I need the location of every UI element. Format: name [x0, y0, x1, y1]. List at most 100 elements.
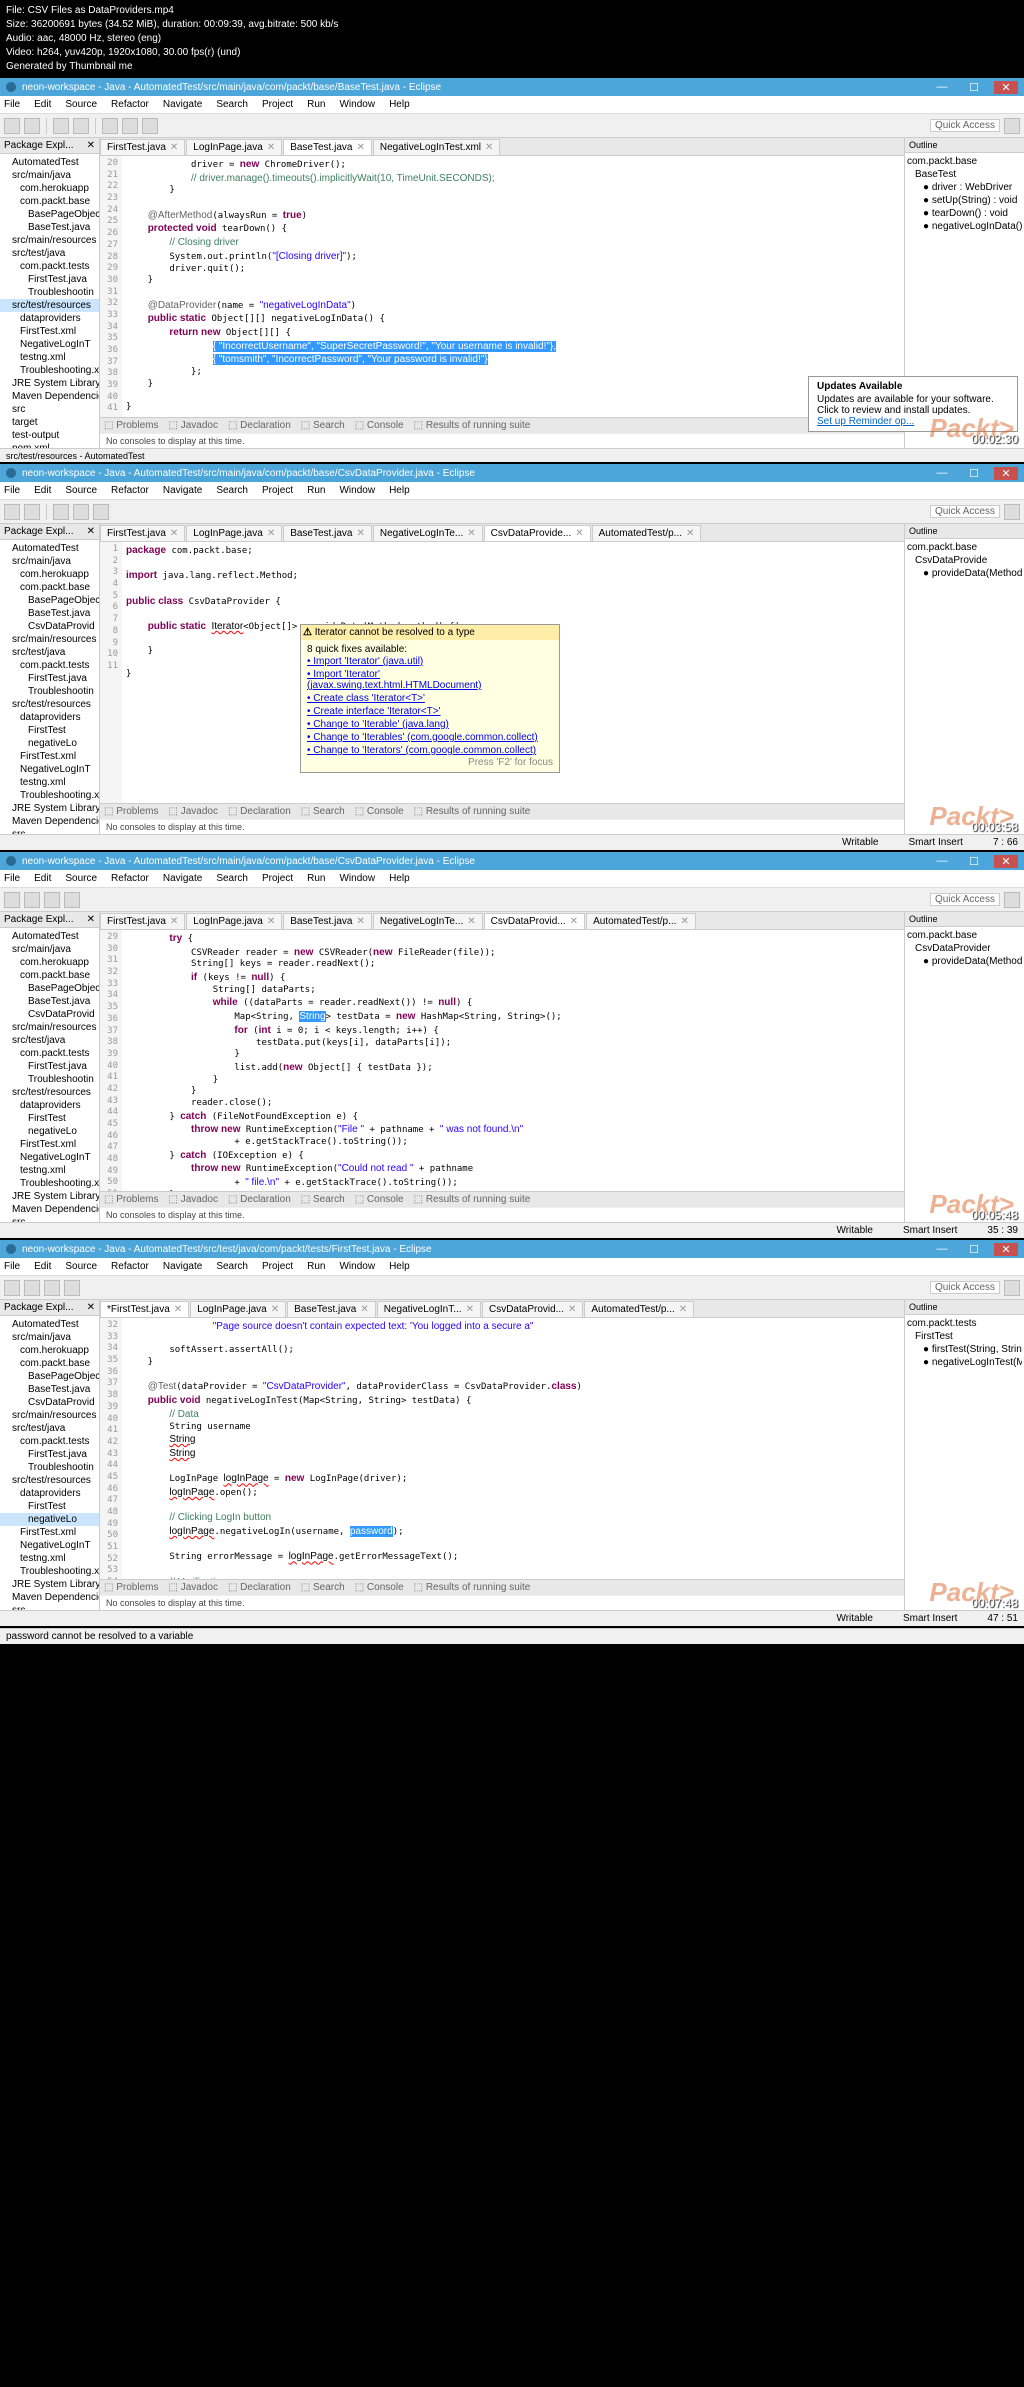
- tree-item[interactable]: JRE System Library [J: [0, 377, 99, 390]
- editor-tab[interactable]: BaseTest.java✕: [283, 139, 372, 155]
- editor-tab[interactable]: NegativeLogInTe...✕: [373, 525, 483, 541]
- perspective-icon[interactable]: [1004, 118, 1020, 134]
- bottom-tab[interactable]: ⬚ Console: [355, 420, 404, 431]
- bottom-tab[interactable]: ⬚ Javadoc: [168, 1194, 217, 1205]
- bottom-tab[interactable]: ⬚ Javadoc: [168, 420, 217, 431]
- bottom-tab[interactable]: ⬚ Javadoc: [168, 806, 217, 817]
- tree-item[interactable]: src/main/java: [0, 169, 99, 182]
- tree-item[interactable]: src/main/resources: [0, 1409, 99, 1422]
- tree-item[interactable]: FirstTest.java: [0, 1060, 99, 1073]
- tree-item[interactable]: negativeLo: [0, 737, 99, 750]
- quickfix-link[interactable]: • Change to 'Iterators' (com.google.comm…: [307, 744, 553, 757]
- bottom-tab[interactable]: ⬚ Results of running suite: [414, 1582, 531, 1593]
- quick-access[interactable]: Quick Access: [930, 119, 1000, 132]
- tree-item[interactable]: FirstTest.xml: [0, 750, 99, 763]
- tree-item[interactable]: src: [0, 403, 99, 416]
- menu-refactor[interactable]: Refactor: [111, 99, 149, 110]
- tree-item[interactable]: testng.xml: [0, 1552, 99, 1565]
- editor-tab[interactable]: CsvDataProvid...✕: [482, 1301, 583, 1317]
- menu-run[interactable]: Run: [307, 99, 325, 110]
- tree-item[interactable]: com.herokuapp: [0, 182, 99, 195]
- menu-source[interactable]: Source: [65, 873, 97, 884]
- tree-item[interactable]: BasePageObjec: [0, 1370, 99, 1383]
- editor-tab[interactable]: FirstTest.java✕: [100, 525, 185, 541]
- tree-item[interactable]: com.packt.tests: [0, 260, 99, 273]
- tree-item[interactable]: com.packt.base: [0, 969, 99, 982]
- tree-item[interactable]: AutomatedTest: [0, 930, 99, 943]
- menu-edit[interactable]: Edit: [34, 873, 51, 884]
- menu-file[interactable]: File: [4, 485, 20, 496]
- tree-item[interactable]: testng.xml: [0, 776, 99, 789]
- tree-item[interactable]: FirstTest.java: [0, 1448, 99, 1461]
- close-tab-icon[interactable]: ✕: [356, 916, 364, 927]
- menu-navigate[interactable]: Navigate: [163, 485, 202, 496]
- close-tab-icon[interactable]: ✕: [356, 528, 364, 539]
- quickfix-link[interactable]: • Create class 'Iterator<T>': [307, 692, 553, 705]
- quickfix-link[interactable]: • Change to 'Iterable' (java.lang): [307, 718, 553, 731]
- tree-item[interactable]: src/test/resources: [0, 1474, 99, 1487]
- code-editor[interactable]: driver = new ChromeDriver(); // driver.m…: [122, 156, 904, 417]
- editor-tab[interactable]: LogInPage.java✕: [186, 913, 282, 929]
- tree-item[interactable]: Troubleshooting.x: [0, 1565, 99, 1578]
- tree-item[interactable]: AutomatedTest: [0, 542, 99, 555]
- outline-item[interactable]: ● tearDown() : void: [907, 207, 1022, 220]
- outline-item[interactable]: ● provideData(Method) : Ite: [907, 567, 1022, 580]
- close-tab-icon[interactable]: ✕: [360, 1304, 368, 1315]
- menu-window[interactable]: Window: [339, 873, 375, 884]
- close-tab-icon[interactable]: ✕: [467, 528, 475, 539]
- tree-item[interactable]: src/test/resources: [0, 698, 99, 711]
- tree-item[interactable]: src/main/resources: [0, 633, 99, 646]
- tree-item[interactable]: NegativeLogInT: [0, 1151, 99, 1164]
- tree-item[interactable]: src/test/resources: [0, 299, 99, 312]
- close-tab-icon[interactable]: ✕: [568, 1304, 576, 1315]
- bottom-tab[interactable]: ⬚ Results of running suite: [414, 420, 531, 431]
- editor-tab[interactable]: CsvDataProvid...✕: [484, 913, 585, 929]
- maximize-button[interactable]: ☐: [962, 467, 986, 480]
- tree-item[interactable]: pom.xml: [0, 442, 99, 448]
- tree-item[interactable]: CsvDataProvid: [0, 1008, 99, 1021]
- bottom-tab[interactable]: ⬚ Console: [355, 806, 404, 817]
- tree-item[interactable]: com.packt.tests: [0, 1047, 99, 1060]
- tree-item[interactable]: CsvDataProvid: [0, 1396, 99, 1409]
- editor-tab[interactable]: NegativeLogInTe...✕: [373, 913, 483, 929]
- menu-search[interactable]: Search: [216, 99, 248, 110]
- tree-item[interactable]: CsvDataProvid: [0, 620, 99, 633]
- menu-window[interactable]: Window: [339, 99, 375, 110]
- menu-run[interactable]: Run: [307, 873, 325, 884]
- menu-navigate[interactable]: Navigate: [163, 873, 202, 884]
- outline-item[interactable]: ● negativeLogInTest(Map<s: [907, 1356, 1022, 1369]
- outline-item[interactable]: com.packt.tests: [907, 1317, 1022, 1330]
- tree-item[interactable]: dataproviders: [0, 1487, 99, 1500]
- bottom-tab[interactable]: ⬚ Results of running suite: [414, 806, 531, 817]
- tool-icon[interactable]: [142, 118, 158, 134]
- close-tab-icon[interactable]: ✕: [174, 1304, 182, 1315]
- menu-run[interactable]: Run: [307, 1261, 325, 1272]
- close-tab-icon[interactable]: ✕: [271, 1304, 279, 1315]
- menu-file[interactable]: File: [4, 99, 20, 110]
- tree-item[interactable]: src: [0, 1216, 99, 1222]
- menu-window[interactable]: Window: [339, 485, 375, 496]
- bottom-tab[interactable]: ⬚ Console: [355, 1582, 404, 1593]
- editor-tab[interactable]: BaseTest.java✕: [283, 525, 372, 541]
- tree-item[interactable]: com.packt.base: [0, 1357, 99, 1370]
- tree-item[interactable]: src/test/java: [0, 646, 99, 659]
- tree-item[interactable]: test-output: [0, 429, 99, 442]
- tree-item[interactable]: com.packt.base: [0, 581, 99, 594]
- menu-edit[interactable]: Edit: [34, 99, 51, 110]
- close-tab-icon[interactable]: ✕: [170, 142, 178, 153]
- tree-item[interactable]: src/main/java: [0, 555, 99, 568]
- outline-item[interactable]: com.packt.base: [907, 155, 1022, 168]
- close-tab-icon[interactable]: ✕: [267, 142, 275, 153]
- tree-item[interactable]: dataproviders: [0, 711, 99, 724]
- tree-item[interactable]: Troubleshootin: [0, 286, 99, 299]
- bottom-tab[interactable]: ⬚ Console: [355, 1194, 404, 1205]
- tree-item[interactable]: src/main/resources: [0, 1021, 99, 1034]
- close-tab-icon[interactable]: ✕: [170, 916, 178, 927]
- editor-tab[interactable]: AutomatedTest/p...✕: [584, 1301, 694, 1317]
- tree-item[interactable]: com.packt.tests: [0, 1435, 99, 1448]
- outline-item[interactable]: ● provideData(Method) : Ite: [907, 955, 1022, 968]
- outline-item[interactable]: ● setUp(String) : void: [907, 194, 1022, 207]
- editor-tab[interactable]: LogInPage.java✕: [186, 139, 282, 155]
- tree-item[interactable]: NegativeLogInT: [0, 763, 99, 776]
- tree-item[interactable]: testng.xml: [0, 1164, 99, 1177]
